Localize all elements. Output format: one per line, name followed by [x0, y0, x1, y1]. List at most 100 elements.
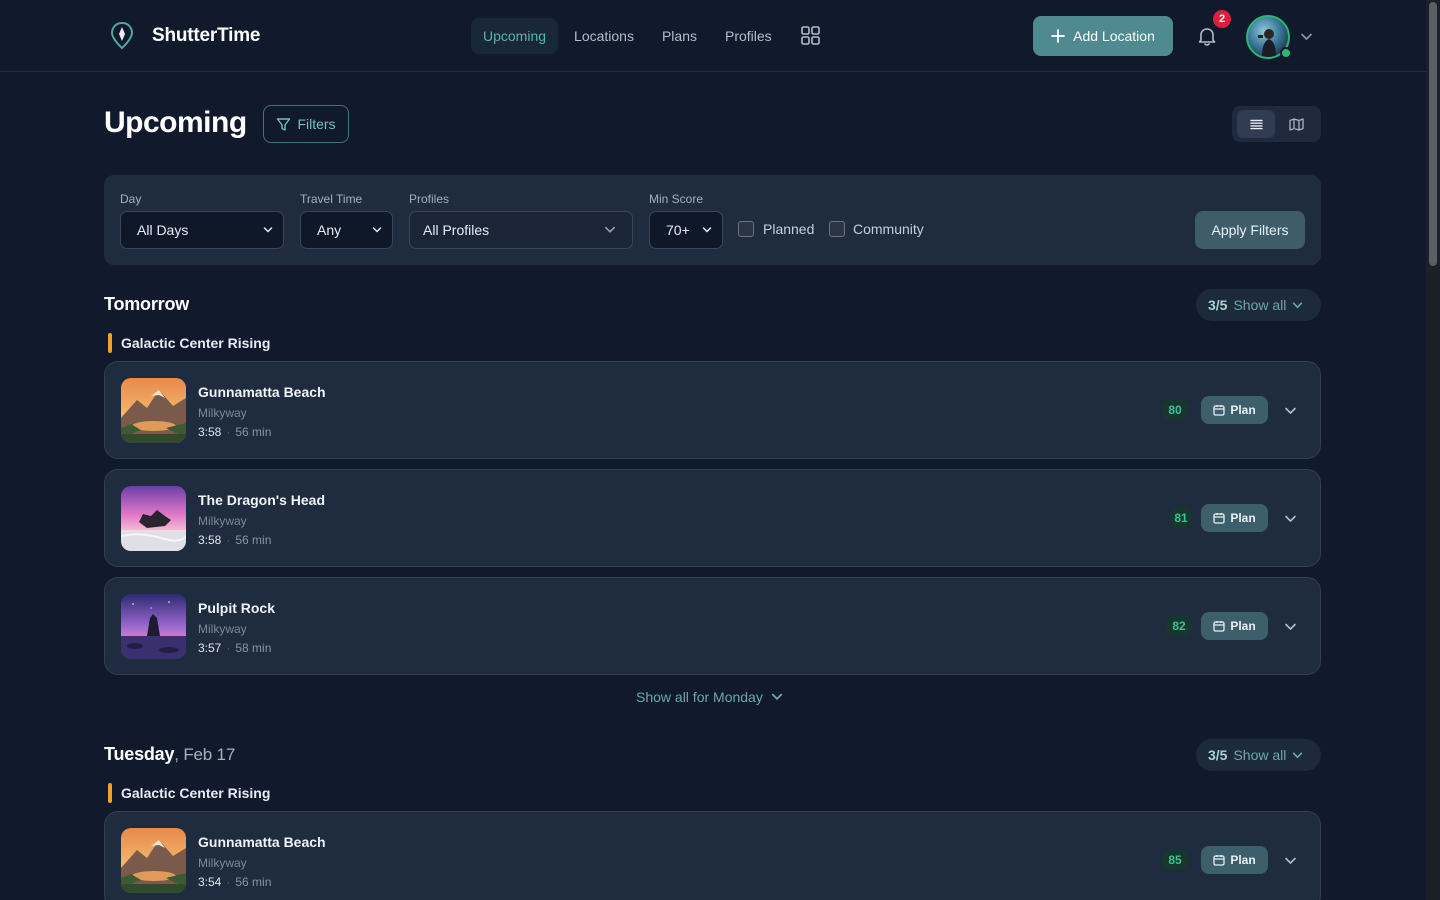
show-all-label: Show all	[1233, 747, 1287, 763]
score-badge: 82	[1165, 615, 1193, 637]
profiles-filter-label: Profiles	[409, 192, 450, 206]
list-view-button[interactable]	[1237, 110, 1275, 138]
bell-icon[interactable]	[1196, 25, 1218, 47]
plan-button[interactable]: Plan	[1201, 612, 1268, 640]
location-name: Gunnamatta Beach	[198, 834, 326, 850]
filters-button[interactable]: Filters	[263, 105, 349, 143]
plan-label: Plan	[1230, 619, 1256, 633]
show-all-for-day-label: Show all for Monday	[636, 689, 763, 705]
plus-icon	[1051, 29, 1066, 43]
view-toggle	[1232, 106, 1321, 142]
nav-profiles[interactable]: Profiles	[713, 18, 784, 54]
show-all-toggle[interactable]: 3/5 Show all	[1196, 289, 1321, 321]
calendar-icon	[1213, 855, 1225, 866]
travel-duration: 56 min	[235, 875, 272, 889]
day-name: Tuesday	[104, 744, 175, 764]
event-meta: 3:58 · 56 min	[198, 425, 272, 439]
top-header: ShutterTime Upcoming Locations Plans Pro…	[0, 0, 1426, 72]
event-time: 3:57	[198, 641, 222, 655]
chevron-down-icon[interactable]	[1284, 404, 1297, 417]
main-nav: Upcoming Locations Plans Profiles	[471, 18, 788, 54]
event-time: 3:58	[198, 425, 222, 439]
show-all-toggle[interactable]: 3/5 Show all	[1196, 739, 1321, 771]
score-badge: 80	[1161, 399, 1189, 421]
travel-time-value: Any	[317, 222, 342, 238]
travel-duration: 56 min	[235, 425, 272, 439]
plan-label: Plan	[1230, 853, 1256, 867]
min-score-value: 70+	[666, 222, 690, 238]
planned-label[interactable]: Planned	[763, 221, 814, 237]
location-card[interactable]: Pulpit Rock Milkyway 3:57 · 58 min 82 Plan	[104, 577, 1321, 675]
travel-time-select[interactable]: Any	[300, 211, 393, 249]
location-name: The Dragon's Head	[198, 492, 326, 508]
chevron-down-icon	[702, 227, 712, 233]
event-meta: 3:57 · 58 min	[198, 641, 272, 655]
location-thumbnail	[121, 594, 186, 659]
location-card[interactable]: The Dragon's Head Milkyway 3:58 · 56 min 8…	[104, 469, 1321, 567]
calendar-icon	[1213, 621, 1225, 632]
event-time: 3:54	[198, 875, 222, 889]
event-group-label: Galactic Center Rising	[121, 335, 271, 351]
scrollbar-thumb[interactable]	[1429, 2, 1437, 266]
chevron-down-icon	[1293, 301, 1303, 308]
nav-locations[interactable]: Locations	[562, 18, 646, 54]
chevron-down-icon[interactable]	[1300, 30, 1313, 43]
location-card[interactable]: Gunnamatta Beach Milkyway 3:54 · 56 min 85…	[104, 811, 1321, 900]
page: ShutterTime Upcoming Locations Plans Pro…	[0, 0, 1440, 900]
event-group-heading: Galactic Center Rising	[108, 783, 270, 803]
visible-count: 3/5	[1208, 747, 1228, 763]
event-group-heading: Galactic Center Rising	[108, 333, 270, 353]
map-icon	[1288, 117, 1304, 131]
day-select[interactable]: All Days	[120, 211, 284, 249]
event-type: Milkyway	[198, 622, 247, 636]
map-view-button[interactable]	[1277, 110, 1315, 138]
plan-button[interactable]: Plan	[1201, 504, 1268, 532]
group-marker	[108, 783, 112, 803]
day-heading-tuesday: Tuesday, Feb 17	[104, 744, 235, 765]
community-label[interactable]: Community	[853, 221, 924, 237]
profiles-select[interactable]: All Profiles	[409, 211, 633, 249]
visible-count: 3/5	[1208, 297, 1228, 313]
day-heading-tomorrow: Tomorrow	[104, 294, 189, 315]
chevron-down-icon	[1293, 751, 1303, 758]
day-filter-label: Day	[120, 192, 142, 206]
chevron-down-icon[interactable]	[1284, 854, 1297, 867]
score-badge: 81	[1169, 507, 1193, 529]
add-location-label: Add Location	[1073, 28, 1155, 44]
map-pin-logo-icon[interactable]	[110, 22, 134, 50]
nav-plans[interactable]: Plans	[650, 18, 709, 54]
min-score-select[interactable]: 70+	[649, 211, 723, 249]
add-location-button[interactable]: Add Location	[1033, 16, 1173, 56]
show-all-for-day-link[interactable]: Show all for Monday	[636, 689, 783, 705]
plan-button[interactable]: Plan	[1201, 846, 1268, 874]
day-date: , Feb 17	[174, 745, 236, 764]
apply-filters-button[interactable]: Apply Filters	[1195, 211, 1305, 249]
day-select-value: All Days	[137, 222, 189, 238]
travel-duration: 58 min	[235, 641, 272, 655]
event-type: Milkyway	[198, 514, 247, 528]
event-meta: 3:58 · 56 min	[198, 533, 272, 547]
event-group-label: Galactic Center Rising	[121, 785, 271, 801]
chevron-down-icon[interactable]	[1284, 620, 1297, 633]
filter-icon	[277, 117, 291, 131]
location-thumbnail	[121, 828, 186, 893]
location-thumbnail	[121, 486, 186, 551]
event-meta: 3:54 · 56 min	[198, 875, 272, 889]
travel-time-label: Travel Time	[300, 192, 363, 206]
plan-label: Plan	[1230, 403, 1256, 417]
location-card[interactable]: Gunnamatta Beach Milkyway 3:58 · 56 min 80…	[104, 361, 1321, 459]
location-thumbnail	[121, 378, 186, 443]
group-marker	[108, 333, 112, 353]
nav-upcoming[interactable]: Upcoming	[471, 18, 559, 54]
grid-icon[interactable]	[801, 26, 820, 45]
brand-name[interactable]: ShutterTime	[152, 25, 261, 47]
event-type: Milkyway	[198, 406, 247, 420]
chevron-down-icon	[605, 226, 615, 233]
community-checkbox[interactable]	[829, 221, 845, 237]
chevron-down-icon[interactable]	[1284, 512, 1297, 525]
page-title: Upcoming	[104, 106, 247, 139]
plan-button[interactable]: Plan	[1201, 396, 1268, 424]
planned-checkbox[interactable]	[738, 221, 754, 237]
location-name: Gunnamatta Beach	[198, 384, 326, 400]
filters-label: Filters	[297, 116, 336, 132]
